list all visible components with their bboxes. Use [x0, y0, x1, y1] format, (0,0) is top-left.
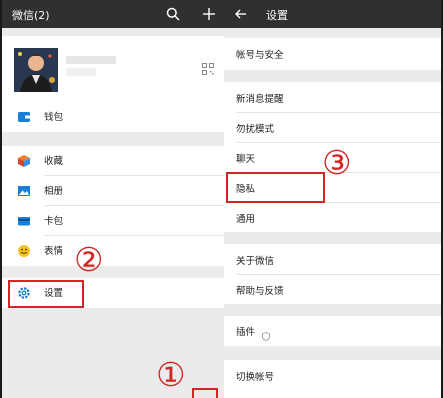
setting-label-plugins: 插件 [236, 327, 256, 338]
wallet-card: 钱包 [2, 102, 224, 132]
step-1-marker: ① [156, 355, 186, 394]
qr-code-icon[interactable] [202, 60, 214, 79]
divider [236, 112, 441, 113]
setting-plugins[interactable]: 插件 [224, 317, 441, 345]
setting-account-security[interactable]: 帐号与安全 [224, 40, 441, 68]
wallet-icon [17, 109, 31, 123]
left-header-bar: 微信(2) [2, 0, 224, 28]
menu-item-cards[interactable]: 卡包 [2, 206, 224, 234]
card-icon [17, 213, 31, 227]
step-2-marker: ② [74, 240, 104, 279]
menu-item-stickers[interactable]: 表情 [2, 236, 224, 264]
step-3-marker: ③ [322, 143, 352, 182]
me-tab-highlight[interactable] [192, 388, 218, 398]
setting-label-help: 帮助与反馈 [236, 286, 284, 297]
content-card-group: 收藏 相册 卡包 表情 [2, 146, 224, 266]
menu-label-cards: 卡包 [44, 216, 64, 227]
app-title: 微信(2) [12, 9, 50, 22]
menu-label-album: 相册 [44, 186, 64, 197]
setting-label-chat: 聊天 [236, 154, 256, 165]
account-card: 帐号与安全 [224, 38, 441, 70]
back-arrow-icon[interactable] [234, 6, 248, 20]
setting-label-account-security: 帐号与安全 [236, 50, 284, 61]
settings-highlight-box [8, 280, 84, 308]
setting-do-not-disturb[interactable]: 勿扰模式 [224, 114, 441, 142]
plugins-card: 插件 [224, 316, 441, 346]
divider [236, 274, 441, 275]
about-card: 关于微信 帮助与反馈 [224, 244, 441, 304]
setting-label-general: 通用 [236, 214, 256, 225]
profile-card[interactable] [2, 36, 224, 102]
setting-help-feedback[interactable]: 帮助与反馈 [224, 276, 441, 304]
menu-item-favorites[interactable]: 收藏 [2, 146, 224, 174]
setting-new-message-notify[interactable]: 新消息提醒 [224, 84, 441, 112]
setting-label-dnd: 勿扰模式 [236, 124, 275, 135]
cube-icon [17, 153, 31, 167]
avatar [14, 48, 58, 92]
setting-about[interactable]: 关于微信 [224, 246, 441, 274]
setting-label-switch-account: 切换帐号 [236, 372, 275, 383]
plus-icon[interactable] [202, 6, 216, 20]
plugin-shield-icon [262, 326, 270, 345]
username-blurred [66, 56, 116, 64]
search-icon[interactable] [166, 6, 180, 21]
setting-switch-account[interactable]: 切换帐号 [224, 362, 441, 390]
photo-icon [17, 183, 31, 197]
menu-label-stickers: 表情 [44, 246, 64, 257]
setting-label-notify: 新消息提醒 [236, 94, 284, 105]
me-tab-screen: 微信(2) 钱包 收藏 相册 卡包 表情 设置 [0, 0, 224, 398]
menu-label-favorites: 收藏 [44, 156, 64, 167]
menu-item-wallet[interactable]: 钱包 [2, 102, 224, 130]
right-header-bar: 设置 [224, 0, 441, 28]
settings-title: 设置 [266, 9, 288, 22]
menu-label-wallet: 钱包 [44, 112, 64, 123]
menu-item-album[interactable]: 相册 [2, 176, 224, 204]
setting-label-about: 关于微信 [236, 256, 275, 267]
switch-account-card: 切换帐号 [224, 360, 441, 398]
privacy-highlight-box [226, 172, 325, 203]
setting-general[interactable]: 通用 [224, 204, 441, 232]
wechat-id-blurred [66, 68, 96, 76]
smiley-icon [17, 243, 31, 257]
